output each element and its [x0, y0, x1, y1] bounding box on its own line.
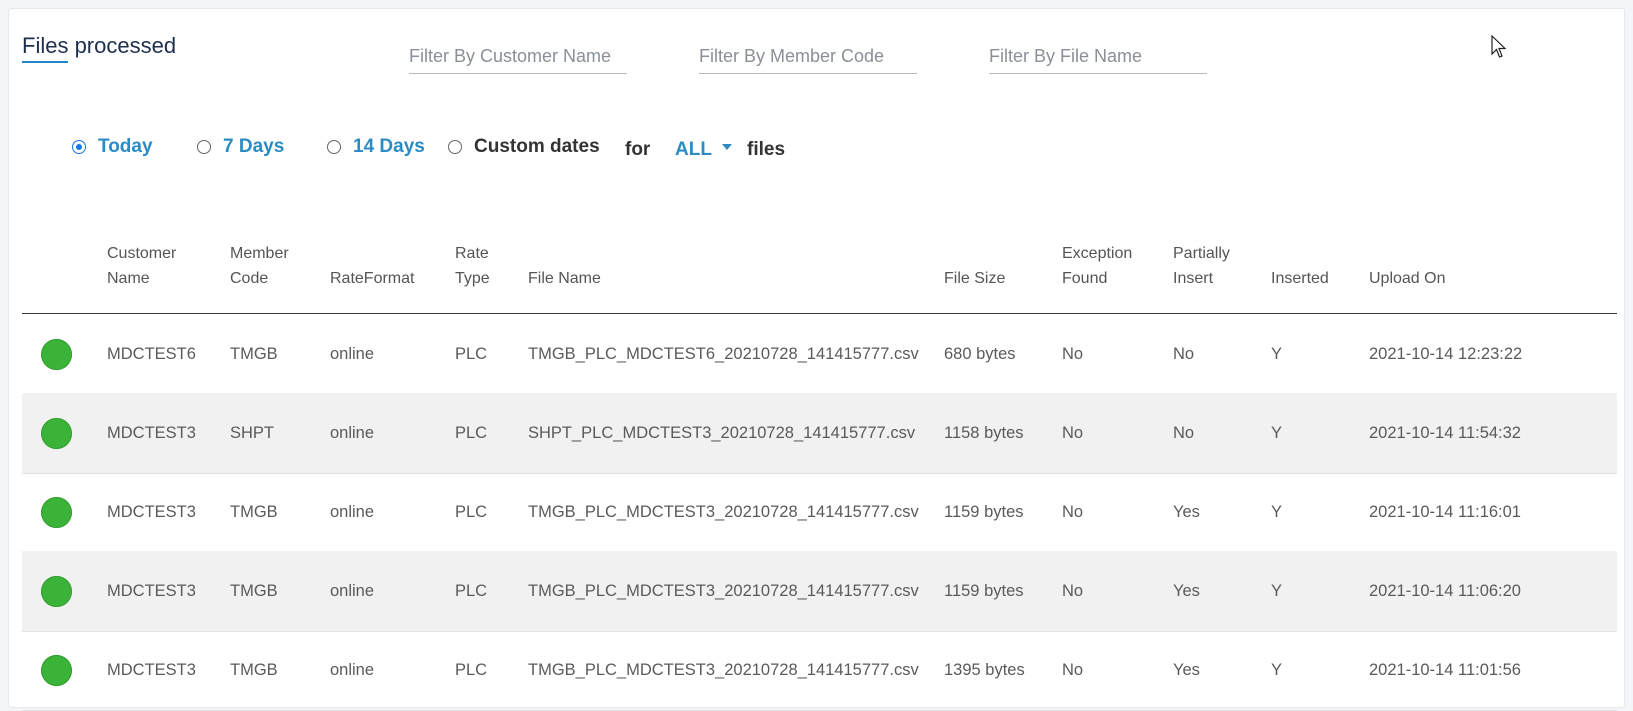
for-text: for: [625, 139, 651, 160]
cell-file-size: 1395 bytes: [944, 661, 1025, 679]
file-scope-dropdown[interactable]: ALL: [675, 139, 732, 161]
cell-rate-type: PLC: [455, 424, 488, 442]
status-success-icon: [41, 655, 72, 686]
radio-unchecked-icon[interactable]: [448, 140, 462, 154]
cell-rate-format: online: [330, 661, 375, 679]
cell-upload-on: 2021-10-14 11:54:32: [1369, 424, 1521, 442]
file-scope-value: ALL: [675, 139, 712, 160]
table-row[interactable]: MDCTEST3 TMGB online PLC TMGB_PLC_MDCTEST3_2…: [22, 472, 1617, 553]
page-title: Files processed: [22, 33, 176, 63]
cell-inserted: Y: [1271, 424, 1283, 442]
header-rate-format[interactable]: RateFormat: [330, 266, 414, 291]
cell-exception-found: No: [1062, 582, 1084, 600]
range-option-14-days[interactable]: 14 Days: [327, 136, 425, 158]
cell-file-name: TMGB_PLC_MDCTEST3_20210728_141415777.csv: [528, 582, 919, 600]
status-success-icon: [41, 497, 72, 528]
member-code-filter-input[interactable]: [699, 39, 917, 74]
status-success-icon: [41, 576, 72, 607]
cell-exception-found: No: [1062, 661, 1084, 679]
cell-partially-insert: Yes: [1173, 582, 1200, 600]
cell-file-name: SHPT_PLC_MDCTEST3_20210728_141415777.csv: [528, 424, 916, 442]
radio-unchecked-icon[interactable]: [197, 140, 211, 154]
cell-exception-found: No: [1062, 503, 1084, 521]
caret-down-icon: [721, 143, 732, 150]
table-header: Customer Name Member Code RateFormat Rate T…: [22, 234, 1617, 314]
range-option-label: 14 Days: [353, 136, 425, 157]
cell-rate-format: online: [330, 582, 375, 600]
cell-rate-type: PLC: [455, 661, 488, 679]
range-option-custom-dates[interactable]: Custom dates: [448, 136, 600, 158]
range-option-label: 7 Days: [223, 136, 285, 157]
range-option-7-days[interactable]: 7 Days: [197, 136, 284, 158]
cell-customer-name: MDCTEST3: [107, 582, 196, 600]
cell-exception-found: No: [1062, 345, 1084, 363]
cell-upload-on: 2021-10-14 12:23:22: [1369, 345, 1523, 363]
cell-rate-format: online: [330, 503, 375, 521]
cell-partially-insert: Yes: [1173, 503, 1200, 521]
range-option-label: Custom dates: [474, 136, 600, 157]
cell-partially-insert: No: [1173, 424, 1195, 442]
cell-member-code: TMGB: [230, 582, 278, 600]
cell-file-size: 1159 bytes: [944, 503, 1024, 521]
table-row[interactable]: MDCTEST3 TMGB online PLC TMGB_PLC_MDCTEST3_2…: [22, 551, 1617, 632]
table-row[interactable]: MDCTEST3 SHPT online PLC SHPT_PLC_MDCTEST3_2…: [22, 393, 1617, 474]
cell-customer-name: MDCTEST3: [107, 424, 196, 442]
header-exception-found[interactable]: Exception Found: [1062, 241, 1132, 291]
cell-customer-name: MDCTEST3: [107, 503, 196, 521]
header-member-code[interactable]: Member Code: [230, 241, 289, 291]
cell-customer-name: MDCTEST6: [107, 345, 196, 363]
cell-upload-on: 2021-10-14 11:06:20: [1369, 582, 1521, 600]
cell-file-size: 680 bytes: [944, 345, 1016, 363]
files-text: files: [747, 139, 786, 160]
cell-file-size: 1158 bytes: [944, 424, 1024, 442]
cell-member-code: TMGB: [230, 345, 278, 363]
cell-exception-found: No: [1062, 424, 1084, 442]
header-file-size[interactable]: File Size: [944, 266, 1005, 291]
range-option-today[interactable]: Today: [72, 136, 153, 158]
cell-rate-format: online: [330, 424, 375, 442]
cell-member-code: TMGB: [230, 503, 278, 521]
cell-inserted: Y: [1271, 503, 1283, 521]
cell-inserted: Y: [1271, 345, 1283, 363]
radio-unchecked-icon[interactable]: [327, 140, 341, 154]
header-upload-on[interactable]: Upload On: [1369, 266, 1446, 291]
header-rate-type[interactable]: Rate Type: [455, 241, 490, 291]
status-success-icon: [41, 418, 72, 449]
cell-rate-type: PLC: [455, 345, 488, 363]
files-processed-card: Files processed Today 7 Days 14 Days Cus…: [8, 8, 1625, 711]
cell-file-name: TMGB_PLC_MDCTEST3_20210728_141415777.csv: [528, 661, 919, 679]
cell-partially-insert: No: [1173, 345, 1195, 363]
mouse-pointer-icon: [1491, 35, 1507, 58]
file-name-filter-input[interactable]: [989, 39, 1207, 74]
cell-rate-type: PLC: [455, 582, 488, 600]
cell-partially-insert: Yes: [1173, 661, 1200, 679]
cell-file-size: 1159 bytes: [944, 582, 1024, 600]
status-success-icon: [41, 339, 72, 370]
table-row[interactable]: MDCTEST3 TMGB online PLC TMGB_PLC_MDCTEST3_2…: [22, 630, 1617, 711]
cell-inserted: Y: [1271, 582, 1283, 600]
cell-file-name: TMGB_PLC_MDCTEST6_20210728_141415777.csv: [528, 345, 919, 363]
cell-member-code: TMGB: [230, 661, 278, 679]
cell-customer-name: MDCTEST3: [107, 661, 196, 679]
table-row[interactable]: MDCTEST6 TMGB online PLC TMGB_PLC_MDCTEST6_2…: [22, 314, 1617, 395]
header-inserted[interactable]: Inserted: [1271, 266, 1329, 291]
cell-rate-format: online: [330, 345, 375, 363]
header-partially-insert[interactable]: Partially Insert: [1173, 241, 1230, 291]
cell-file-name: TMGB_PLC_MDCTEST3_20210728_141415777.csv: [528, 503, 919, 521]
cell-upload-on: 2021-10-14 11:16:01: [1369, 503, 1521, 521]
header-customer-name[interactable]: Customer Name: [107, 241, 176, 291]
cell-inserted: Y: [1271, 661, 1283, 679]
cell-member-code: SHPT: [230, 424, 275, 442]
page-title-rest: processed: [68, 33, 177, 58]
customer-name-filter-input[interactable]: [409, 39, 627, 74]
range-option-label: Today: [98, 136, 153, 157]
cell-rate-type: PLC: [455, 503, 488, 521]
header-file-name[interactable]: File Name: [528, 266, 601, 291]
radio-checked-icon[interactable]: [72, 140, 86, 154]
cell-upload-on: 2021-10-14 11:01:56: [1369, 661, 1521, 679]
page-title-underlined: Files: [22, 33, 69, 63]
